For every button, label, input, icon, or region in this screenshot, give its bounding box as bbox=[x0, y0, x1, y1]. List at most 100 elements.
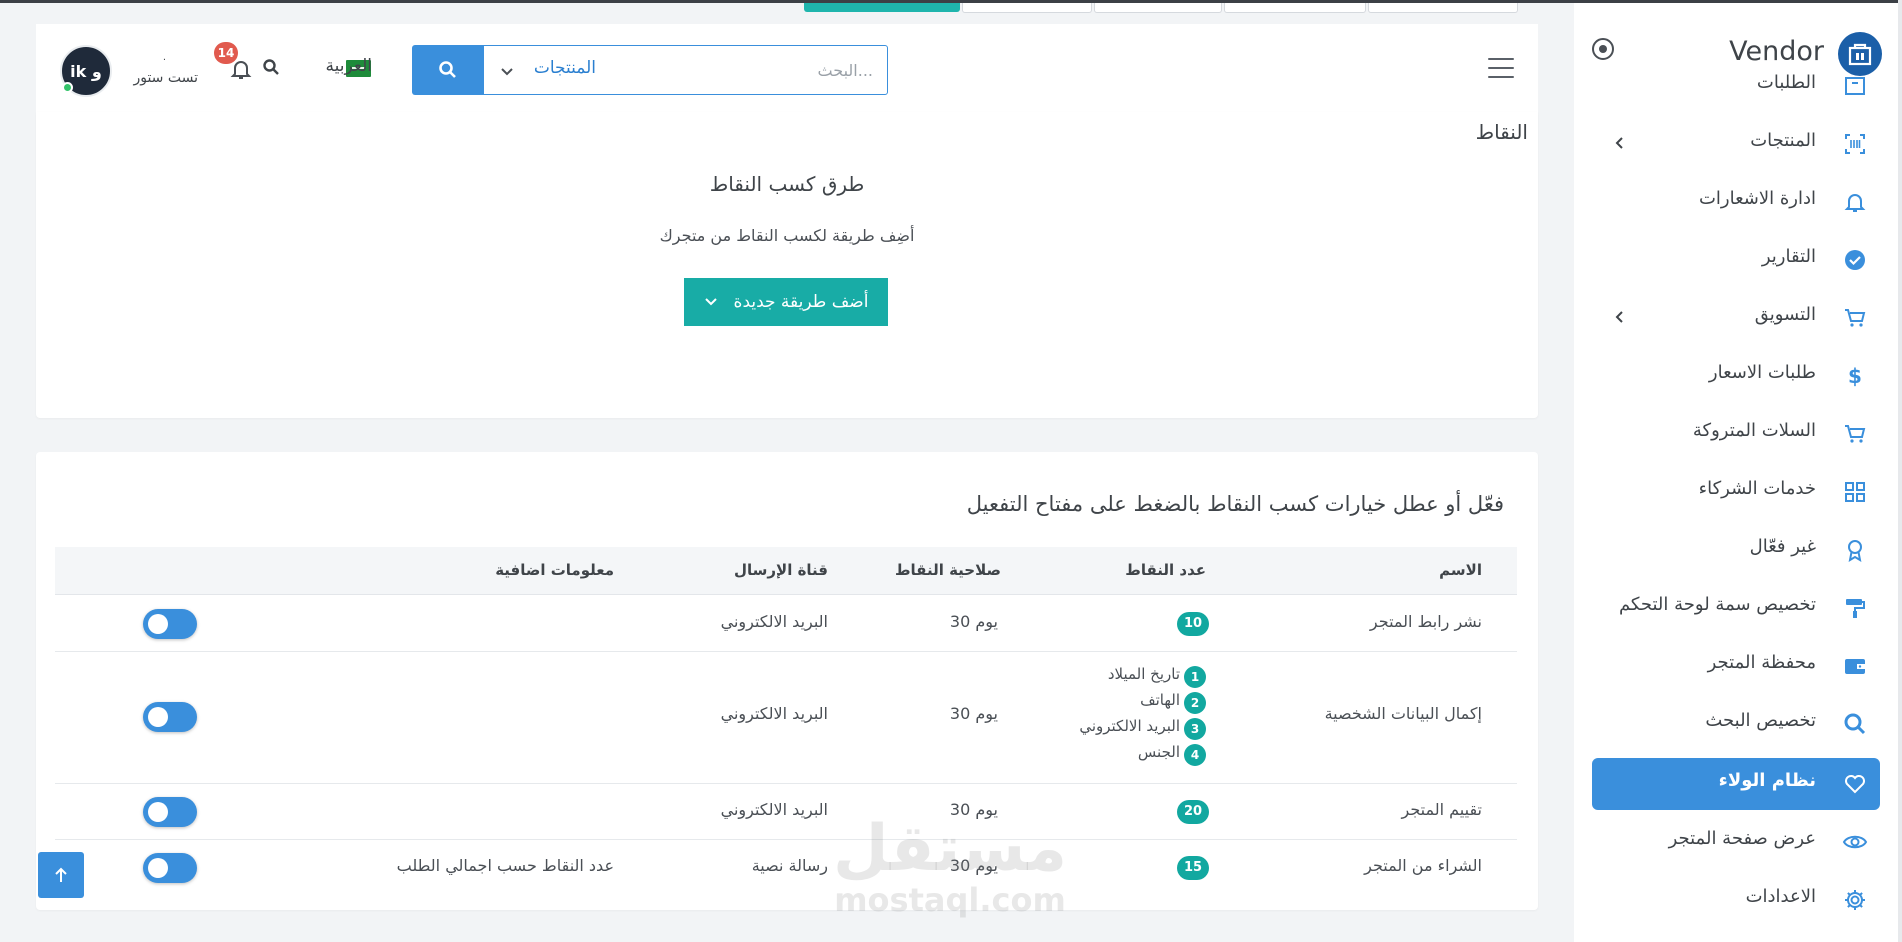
profile-field: البريد الالكتروني bbox=[1079, 717, 1180, 735]
rule-name: الشراء من المتجر bbox=[1364, 856, 1482, 875]
chevron-down-icon bbox=[704, 292, 718, 312]
enable-toggle[interactable] bbox=[143, 797, 197, 827]
ways-title: طرق كسب النقاط bbox=[709, 172, 865, 196]
sidebar-item-view-store[interactable]: عرض صفحة المتجر bbox=[1592, 816, 1880, 866]
tab[interactable] bbox=[1094, 3, 1222, 13]
sidebar-item-notifications[interactable]: ادارة الاشعارات bbox=[1592, 176, 1880, 226]
page-scrollbar[interactable] bbox=[1898, 0, 1902, 942]
sidebar-item-label: خدمات الشركاء bbox=[1698, 478, 1816, 499]
search-icon bbox=[1842, 711, 1868, 737]
paint-roller-icon bbox=[1842, 595, 1868, 621]
grid-icon bbox=[1842, 479, 1868, 505]
sidebar-item-reports[interactable]: التقارير bbox=[1592, 234, 1880, 284]
arrow-up-icon bbox=[55, 867, 67, 882]
sidebar-item-orders[interactable]: الطلبات bbox=[1592, 64, 1880, 104]
rules-title: فعّل أو عطل خيارات كسب النقاط بالضغط على… bbox=[966, 492, 1504, 516]
points-badge: 10 bbox=[1177, 612, 1209, 636]
cart-icon bbox=[1842, 305, 1868, 331]
sidebar-item-label: نظام الولاء bbox=[1718, 770, 1816, 791]
table-row: الشراء من المتجر 15 30 يوم رسالة نصية عد… bbox=[55, 840, 1517, 896]
channel: البريد الالكتروني bbox=[720, 612, 828, 631]
sidebar-item-search-customization[interactable]: تخصيص البحث bbox=[1592, 698, 1880, 748]
eye-icon bbox=[1842, 829, 1868, 855]
sidebar-item-settings[interactable]: الاعدادات bbox=[1592, 874, 1880, 924]
sidebar-item-marketing[interactable]: التسويق bbox=[1592, 292, 1880, 342]
chevron-left-icon bbox=[1610, 133, 1630, 153]
language-switcher[interactable]: العربية bbox=[310, 56, 372, 80]
validity: 30 يوم bbox=[949, 704, 998, 723]
search-button[interactable] bbox=[412, 45, 484, 95]
pin-icon[interactable] bbox=[1592, 38, 1614, 60]
sidebar-item-label: محفظة المتجر bbox=[1707, 652, 1816, 673]
online-status-dot bbox=[62, 82, 73, 93]
sidebar-item-label: التقارير bbox=[1761, 246, 1816, 267]
enable-toggle[interactable] bbox=[143, 853, 197, 883]
sidebar-item-products[interactable]: المنتجات bbox=[1592, 118, 1880, 168]
add-method-button[interactable]: أضف طريقة جديدة bbox=[684, 278, 888, 326]
step-number: 2 bbox=[1184, 692, 1206, 714]
points-card bbox=[36, 112, 1538, 418]
search-category-select[interactable]: المنتجات bbox=[484, 45, 622, 95]
rule-name: إكمال البيانات الشخصية bbox=[1324, 704, 1482, 723]
extra-info: عدد النقاط حسب اجمالي الطلب bbox=[396, 856, 614, 875]
points-badge: 20 bbox=[1177, 800, 1209, 824]
page-title: النقاط bbox=[1475, 120, 1528, 144]
sidebar-item-abandoned-carts[interactable]: السلات المتروكة bbox=[1592, 408, 1880, 458]
sidebar-item-quotes[interactable]: $ طلبات الاسعار bbox=[1592, 350, 1880, 400]
scroll-to-top-button[interactable] bbox=[38, 852, 84, 898]
sidebar-item-loyalty[interactable]: نظام الولاء bbox=[1592, 758, 1880, 810]
search-icon[interactable] bbox=[262, 58, 280, 80]
sidebar-item-label: التسويق bbox=[1754, 304, 1816, 325]
menu-toggle-icon[interactable] bbox=[1488, 58, 1514, 80]
search-icon bbox=[439, 61, 456, 78]
sidebar-item-dashboard-theme[interactable]: تخصيص سمة لوحة التحكم bbox=[1592, 582, 1880, 632]
sidebar-item-label: الطلبات bbox=[1756, 72, 1816, 93]
ways-subtitle: أضِف طريقة لكسب النقاط من متجرك bbox=[659, 226, 915, 245]
profile-field: تاريخ الميلاد bbox=[1107, 665, 1180, 683]
search-bar: المنتجات bbox=[412, 45, 888, 95]
column-header: الاسم bbox=[1439, 561, 1482, 579]
store-subtitle: . bbox=[162, 52, 166, 63]
bell-icon bbox=[1842, 189, 1868, 215]
tab[interactable] bbox=[1368, 3, 1518, 13]
sidebar-item-inactive[interactable]: غير فعّال bbox=[1592, 524, 1880, 574]
table-row: نشر رابط المتجر 10 30 يوم البريد الالكتر… bbox=[55, 596, 1517, 652]
table-row: إكمال البيانات الشخصية 1 تاريخ الميلاد 2… bbox=[55, 652, 1517, 784]
sidebar-item-store-wallet[interactable]: محفظة المتجر bbox=[1592, 640, 1880, 690]
column-header: عدد النقاط bbox=[1125, 561, 1206, 579]
heart-icon bbox=[1842, 771, 1868, 797]
profile-field: الجنس bbox=[1137, 743, 1180, 761]
sidebar-item-label: تخصيص سمة لوحة التحكم bbox=[1618, 594, 1816, 615]
tab[interactable] bbox=[1224, 3, 1366, 13]
sidebar-item-label: تخصيص البحث bbox=[1705, 710, 1816, 731]
step-number: 3 bbox=[1184, 718, 1206, 740]
sidebar-item-label: السلات المتروكة bbox=[1692, 420, 1816, 441]
column-header: معلومات اضافية bbox=[495, 561, 614, 579]
sidebar-item-label: طلبات الاسعار bbox=[1708, 362, 1816, 383]
brand-name: Vendor bbox=[1729, 36, 1824, 67]
tab-active[interactable] bbox=[804, 3, 960, 12]
validity: 30 يوم bbox=[949, 856, 998, 875]
column-header: قناة الإرسال bbox=[734, 561, 828, 579]
notification-count-badge: 14 bbox=[214, 42, 238, 64]
search-category-value: المنتجات bbox=[533, 58, 596, 78]
check-circle-icon bbox=[1842, 247, 1868, 273]
cart-icon bbox=[1842, 421, 1868, 447]
sidebar-item-label: غير فعّال bbox=[1749, 536, 1816, 557]
tab[interactable] bbox=[962, 3, 1092, 13]
chevron-left-icon bbox=[1610, 307, 1630, 327]
sidebar-item-label: المنتجات bbox=[1750, 130, 1816, 151]
wallet-icon bbox=[1842, 653, 1868, 679]
table-header: الاسم عدد النقاط صلاحية النقاط قناة الإر… bbox=[55, 547, 1517, 595]
sidebar-item-partner-services[interactable]: خدمات الشركاء bbox=[1592, 466, 1880, 516]
archive-box-icon bbox=[1842, 72, 1868, 98]
sidebar-item-label: الاعدادات bbox=[1745, 886, 1816, 907]
enable-toggle[interactable] bbox=[143, 702, 197, 732]
search-input[interactable] bbox=[621, 45, 888, 95]
enable-toggle[interactable] bbox=[143, 609, 197, 639]
gear-icon bbox=[1842, 887, 1868, 913]
svg-text:$: $ bbox=[1848, 364, 1862, 388]
table-row: تقييم المتجر 20 30 يوم البريد الالكتروني bbox=[55, 784, 1517, 840]
profile-field: الهاتف bbox=[1140, 691, 1180, 709]
points-badge: 15 bbox=[1177, 856, 1209, 880]
